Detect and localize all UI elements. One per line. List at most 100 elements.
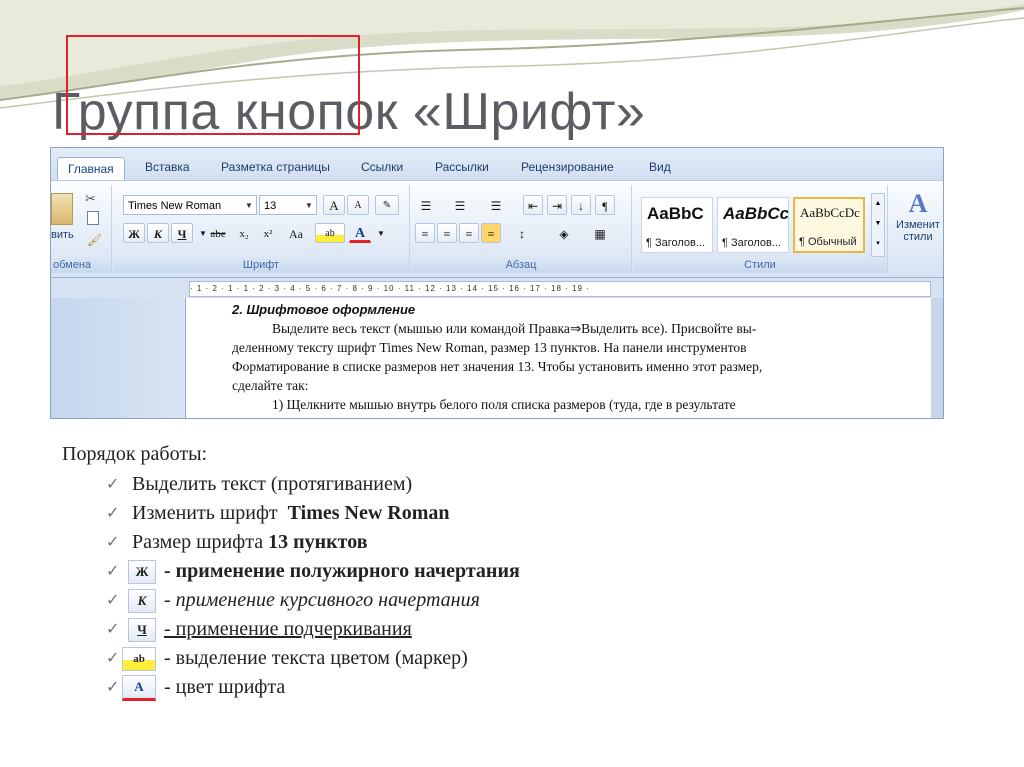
italic-button[interactable]: К: [147, 223, 169, 243]
bold-button[interactable]: Ж: [123, 223, 145, 243]
item-text: Выделить текст (протягиванием): [132, 473, 413, 495]
tab-review[interactable]: Рецензирование: [521, 156, 614, 180]
right-margin-area: [931, 298, 943, 418]
paste-icon[interactable]: [51, 193, 73, 225]
line-spacing-icon[interactable]: ↕: [507, 223, 537, 243]
font-size-value: 13: [264, 200, 277, 212]
item-text: - выделение текста цветом (маркер): [164, 647, 468, 669]
clipboard-group: вить ✂ 🖌 обмена: [51, 185, 112, 273]
align-right-icon[interactable]: ≡: [459, 223, 479, 243]
align-center-icon[interactable]: ≡: [437, 223, 457, 243]
bold-icon: Ж: [128, 560, 156, 585]
tab-page-layout[interactable]: Разметка страницы: [221, 156, 330, 180]
check-icon: ✓: [106, 621, 120, 638]
tab-view[interactable]: Вид: [649, 156, 671, 180]
item-text: - применение полужирного начертания: [164, 560, 520, 582]
doc-line: Выделите весь текст (мышью или командой …: [272, 321, 757, 336]
borders-icon[interactable]: ▦: [585, 223, 615, 243]
check-icon: ✓: [106, 505, 120, 522]
clipboard-group-label: обмена: [51, 257, 111, 273]
justify-icon[interactable]: ≡: [481, 223, 501, 243]
list-item: ✓ Размер шрифта 13 пунктов: [62, 528, 862, 557]
change-styles-label-2: стили: [903, 231, 933, 243]
multilevel-list-icon[interactable]: ☰: [483, 195, 509, 215]
style-normal[interactable]: AaBbCcDc ¶ Обычный: [793, 197, 865, 253]
change-styles-label: Изменит: [896, 219, 940, 231]
paste-label[interactable]: вить: [51, 229, 74, 241]
list-item: ✓ Выделить текст (протягиванием): [62, 470, 862, 499]
bullets-icon[interactable]: ☰: [415, 195, 437, 215]
item-text: - цвет шрифта: [164, 676, 286, 698]
paragraph-group: ☰ ☰ ☰ ⇤ ⇥ ↓ ¶ ≡ ≡ ≡ ≡ ↕ ◈ ▦ Абзац: [411, 185, 632, 273]
font-name-value: Times New Roman: [128, 200, 222, 212]
sort-icon[interactable]: ↓: [571, 195, 591, 215]
style-preview: AaBbC: [647, 204, 704, 223]
chevron-down-icon[interactable]: ▼: [371, 223, 391, 243]
cut-icon[interactable]: ✂: [85, 191, 96, 207]
item-text: - применение курсивного начертания: [164, 589, 480, 611]
underline-button[interactable]: Ч: [171, 223, 193, 243]
list-item: ✓ К - применение курсивного начертания: [62, 586, 862, 615]
tab-home[interactable]: Главная: [57, 157, 125, 182]
font-name-combo[interactable]: Times New Roman ▼: [123, 195, 257, 215]
decrease-indent-icon[interactable]: ⇤: [523, 195, 543, 215]
styles-scroll[interactable]: ▲ ▼ ▾: [871, 193, 885, 257]
change-styles-icon: A: [908, 189, 928, 218]
procedure-list: Порядок работы: ✓ Выделить текст (протяги…: [62, 443, 862, 702]
format-painter-icon[interactable]: 🖌: [87, 233, 102, 247]
increase-indent-icon[interactable]: ⇥: [547, 195, 567, 215]
left-margin-area: [51, 298, 184, 418]
style-name: ¶ Заголов...: [646, 237, 706, 249]
doc-heading: 2. Шрифтовое оформление: [232, 302, 416, 317]
ruler-scale: · 1 · 2 · 1 · 1 · 2 · 3 · 4 · 5 · 6 · 7 …: [189, 281, 931, 297]
strikethrough-button[interactable]: abe: [205, 223, 231, 243]
check-icon: ✓: [106, 563, 120, 580]
italic-icon: К: [128, 589, 156, 614]
tab-insert[interactable]: Вставка: [145, 156, 190, 180]
style-preview: AaBbCc: [723, 204, 788, 223]
ruler[interactable]: · 1 · 2 · 1 · 1 · 2 · 3 · 4 · 5 · 6 · 7 …: [51, 278, 943, 298]
styles-group: AaBbC ¶ Заголов... AaBbCc ¶ Заголов... A…: [633, 185, 888, 273]
subscript-button[interactable]: x₂: [233, 223, 255, 243]
tab-references[interactable]: Ссылки: [361, 156, 403, 180]
style-name: ¶ Заголов...: [722, 237, 782, 249]
change-case-button[interactable]: Aa: [281, 223, 311, 243]
list-item: ✓ A - цвет шрифта: [62, 673, 862, 702]
paragraph-group-label: Абзац: [411, 257, 631, 273]
clear-formatting-icon[interactable]: ✎: [375, 195, 399, 215]
shading-icon[interactable]: ◈: [549, 223, 579, 243]
highlight-button[interactable]: ab: [315, 223, 345, 243]
ribbon: вить ✂ 🖌 обмена Times New Roman ▼ 13 ▼ A…: [51, 180, 943, 278]
change-styles-button[interactable]: A Изменит стили: [893, 189, 943, 259]
ribbon-tabs: Главная Вставка Разметка страницы Ссылки…: [51, 148, 943, 182]
style-heading2[interactable]: AaBbCc ¶ Заголов...: [717, 197, 789, 253]
pilcrow-icon[interactable]: ¶: [595, 195, 615, 215]
grow-font-button[interactable]: A: [323, 195, 345, 215]
numbering-icon[interactable]: ☰: [449, 195, 471, 215]
align-left-icon[interactable]: ≡: [415, 223, 435, 243]
doc-line: Форматирование в списке размеров нет зна…: [232, 359, 763, 374]
doc-line: деленному тексту шрифт Times New Roman, …: [232, 340, 747, 355]
doc-line: сделайте так:: [232, 378, 309, 393]
doc-line: 1) Щелкните мышью внутрь белого поля спи…: [272, 397, 736, 412]
tab-mailings[interactable]: Рассылки: [435, 156, 489, 180]
superscript-button[interactable]: x²: [257, 223, 279, 243]
style-heading1[interactable]: AaBbC ¶ Заголов...: [641, 197, 713, 253]
underline-icon: Ч: [128, 618, 156, 643]
font-color-button[interactable]: A: [349, 223, 371, 243]
style-preview: AaBbCcDc: [800, 205, 860, 220]
style-name: ¶ Обычный: [799, 236, 857, 248]
document-page[interactable]: 2. Шрифтовое оформление Выделите весь те…: [185, 298, 933, 418]
font-size-combo[interactable]: 13 ▼: [259, 195, 317, 215]
copy-icon[interactable]: [87, 211, 99, 225]
check-icon: ✓: [106, 476, 120, 493]
highlighter-icon: ab: [122, 647, 156, 672]
item-text: - применение подчеркивания: [164, 618, 412, 640]
chevron-down-icon[interactable]: ▼: [302, 196, 316, 214]
font-group-highlight-box: [66, 35, 360, 135]
check-icon: ✓: [106, 534, 120, 551]
shrink-font-button[interactable]: A: [347, 195, 369, 215]
chevron-down-icon[interactable]: ▼: [242, 196, 256, 214]
item-bold: Times New Roman: [287, 502, 450, 524]
list-item: ✓ Изменить шрифт Times New Roman: [62, 499, 862, 528]
